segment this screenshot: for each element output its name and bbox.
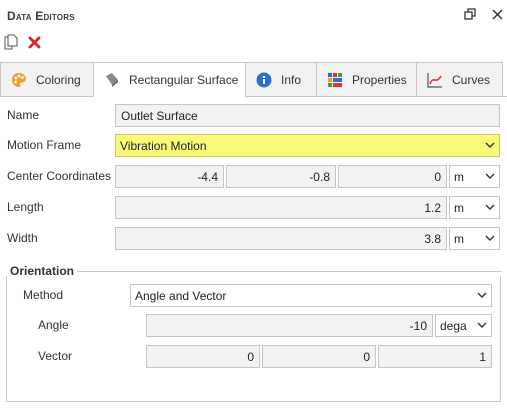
title-bar: Data Editors xyxy=(0,0,507,30)
group-divider xyxy=(77,271,501,272)
palette-icon xyxy=(10,71,28,89)
chevron-down-icon xyxy=(484,139,496,151)
tab-label: Curves xyxy=(452,72,491,87)
vector-z-value: 1 xyxy=(479,349,486,364)
chevron-down-icon xyxy=(484,201,496,213)
close-button[interactable] xyxy=(489,6,505,22)
name-label: Name xyxy=(7,108,40,122)
method-label: Method xyxy=(23,288,64,302)
delete-icon xyxy=(28,36,40,48)
motion-frame-label: Motion Frame xyxy=(7,138,82,152)
curves-icon xyxy=(426,71,444,89)
motion-frame-select[interactable]: Vibration Motion xyxy=(115,134,500,157)
name-field[interactable]: Outlet Surface xyxy=(115,104,500,127)
undock-button[interactable] xyxy=(462,6,478,22)
vector-y-value: 0 xyxy=(363,349,370,364)
info-icon xyxy=(255,71,273,89)
width-field[interactable]: 3.8 xyxy=(115,227,447,250)
width-unit-value: m xyxy=(454,231,464,246)
chevron-down-icon xyxy=(484,232,496,244)
center-y-value: -0.8 xyxy=(309,169,330,184)
tab-label: Info xyxy=(281,72,302,87)
width-value: 3.8 xyxy=(424,231,441,246)
angle-unit-select[interactable]: dega xyxy=(435,314,492,337)
width-label: Width xyxy=(7,231,38,245)
motion-frame-value: Vibration Motion xyxy=(120,138,207,153)
width-row: Width 3.8 m xyxy=(0,227,507,251)
vector-label: Vector xyxy=(38,349,73,363)
copy-button[interactable] xyxy=(2,33,20,51)
close-icon xyxy=(491,8,503,20)
surface-icon xyxy=(103,71,121,89)
angle-value: -10 xyxy=(409,318,427,333)
method-value: Angle and Vector xyxy=(135,288,227,303)
center-coordinates-label: Center Coordinates xyxy=(7,169,112,183)
method-row: Method Angle and Vector xyxy=(0,284,507,308)
tab-coloring[interactable]: Coloring xyxy=(0,62,94,97)
vector-x-value: 0 xyxy=(247,349,254,364)
chevron-down-icon xyxy=(476,319,488,331)
motion-frame-row: Motion Frame Vibration Motion xyxy=(0,134,507,158)
properties-icon xyxy=(326,71,344,89)
vector-z-field[interactable]: 1 xyxy=(378,345,492,368)
vector-y-field[interactable]: 0 xyxy=(262,345,376,368)
center-z-value: 0 xyxy=(434,169,441,184)
center-x-field[interactable]: -4.4 xyxy=(115,165,224,188)
center-unit-select[interactable]: m xyxy=(449,165,500,188)
width-unit-select[interactable]: m xyxy=(449,227,500,250)
toolbar xyxy=(0,30,507,56)
panel-title: Data Editors xyxy=(7,9,75,23)
length-unit-select[interactable]: m xyxy=(449,196,500,219)
center-y-field[interactable]: -0.8 xyxy=(226,165,336,188)
vector-x-field[interactable]: 0 xyxy=(146,345,260,368)
name-row: Name Outlet Surface xyxy=(0,104,507,128)
method-select[interactable]: Angle and Vector xyxy=(130,284,492,307)
tab-curves[interactable]: Curves xyxy=(417,62,503,97)
length-value: 1.2 xyxy=(424,200,441,215)
chevron-down-icon xyxy=(476,289,488,301)
center-coordinates-row: Center Coordinates -4.4 -0.8 0 m xyxy=(0,165,507,189)
delete-button[interactable] xyxy=(25,33,43,51)
center-unit-value: m xyxy=(454,169,464,184)
tab-label: Coloring xyxy=(36,72,81,87)
tab-properties[interactable]: Properties xyxy=(317,62,417,97)
undock-icon xyxy=(464,8,476,20)
tab-label: Properties xyxy=(352,72,407,87)
tab-label: Rectangular Surface xyxy=(129,73,239,87)
length-unit-value: m xyxy=(454,200,464,215)
length-label: Length xyxy=(7,200,44,214)
chevron-down-icon xyxy=(484,170,496,182)
center-z-field[interactable]: 0 xyxy=(338,165,447,188)
angle-field[interactable]: -10 xyxy=(146,314,433,337)
vector-row: Vector 0 0 1 xyxy=(0,345,507,369)
length-row: Length 1.2 m xyxy=(0,196,507,220)
tab-bar: Coloring Rectangular Surface Info Proper… xyxy=(0,62,507,98)
tab-rectangular-surface[interactable]: Rectangular Surface xyxy=(94,62,246,98)
length-field[interactable]: 1.2 xyxy=(115,196,447,219)
name-value: Outlet Surface xyxy=(121,108,198,123)
center-x-value: -4.4 xyxy=(197,169,218,184)
tab-info[interactable]: Info xyxy=(246,62,317,97)
copy-icon xyxy=(4,34,18,50)
angle-row: Angle -10 dega xyxy=(0,314,507,338)
angle-label: Angle xyxy=(38,318,69,332)
angle-unit-value: dega xyxy=(440,318,467,333)
